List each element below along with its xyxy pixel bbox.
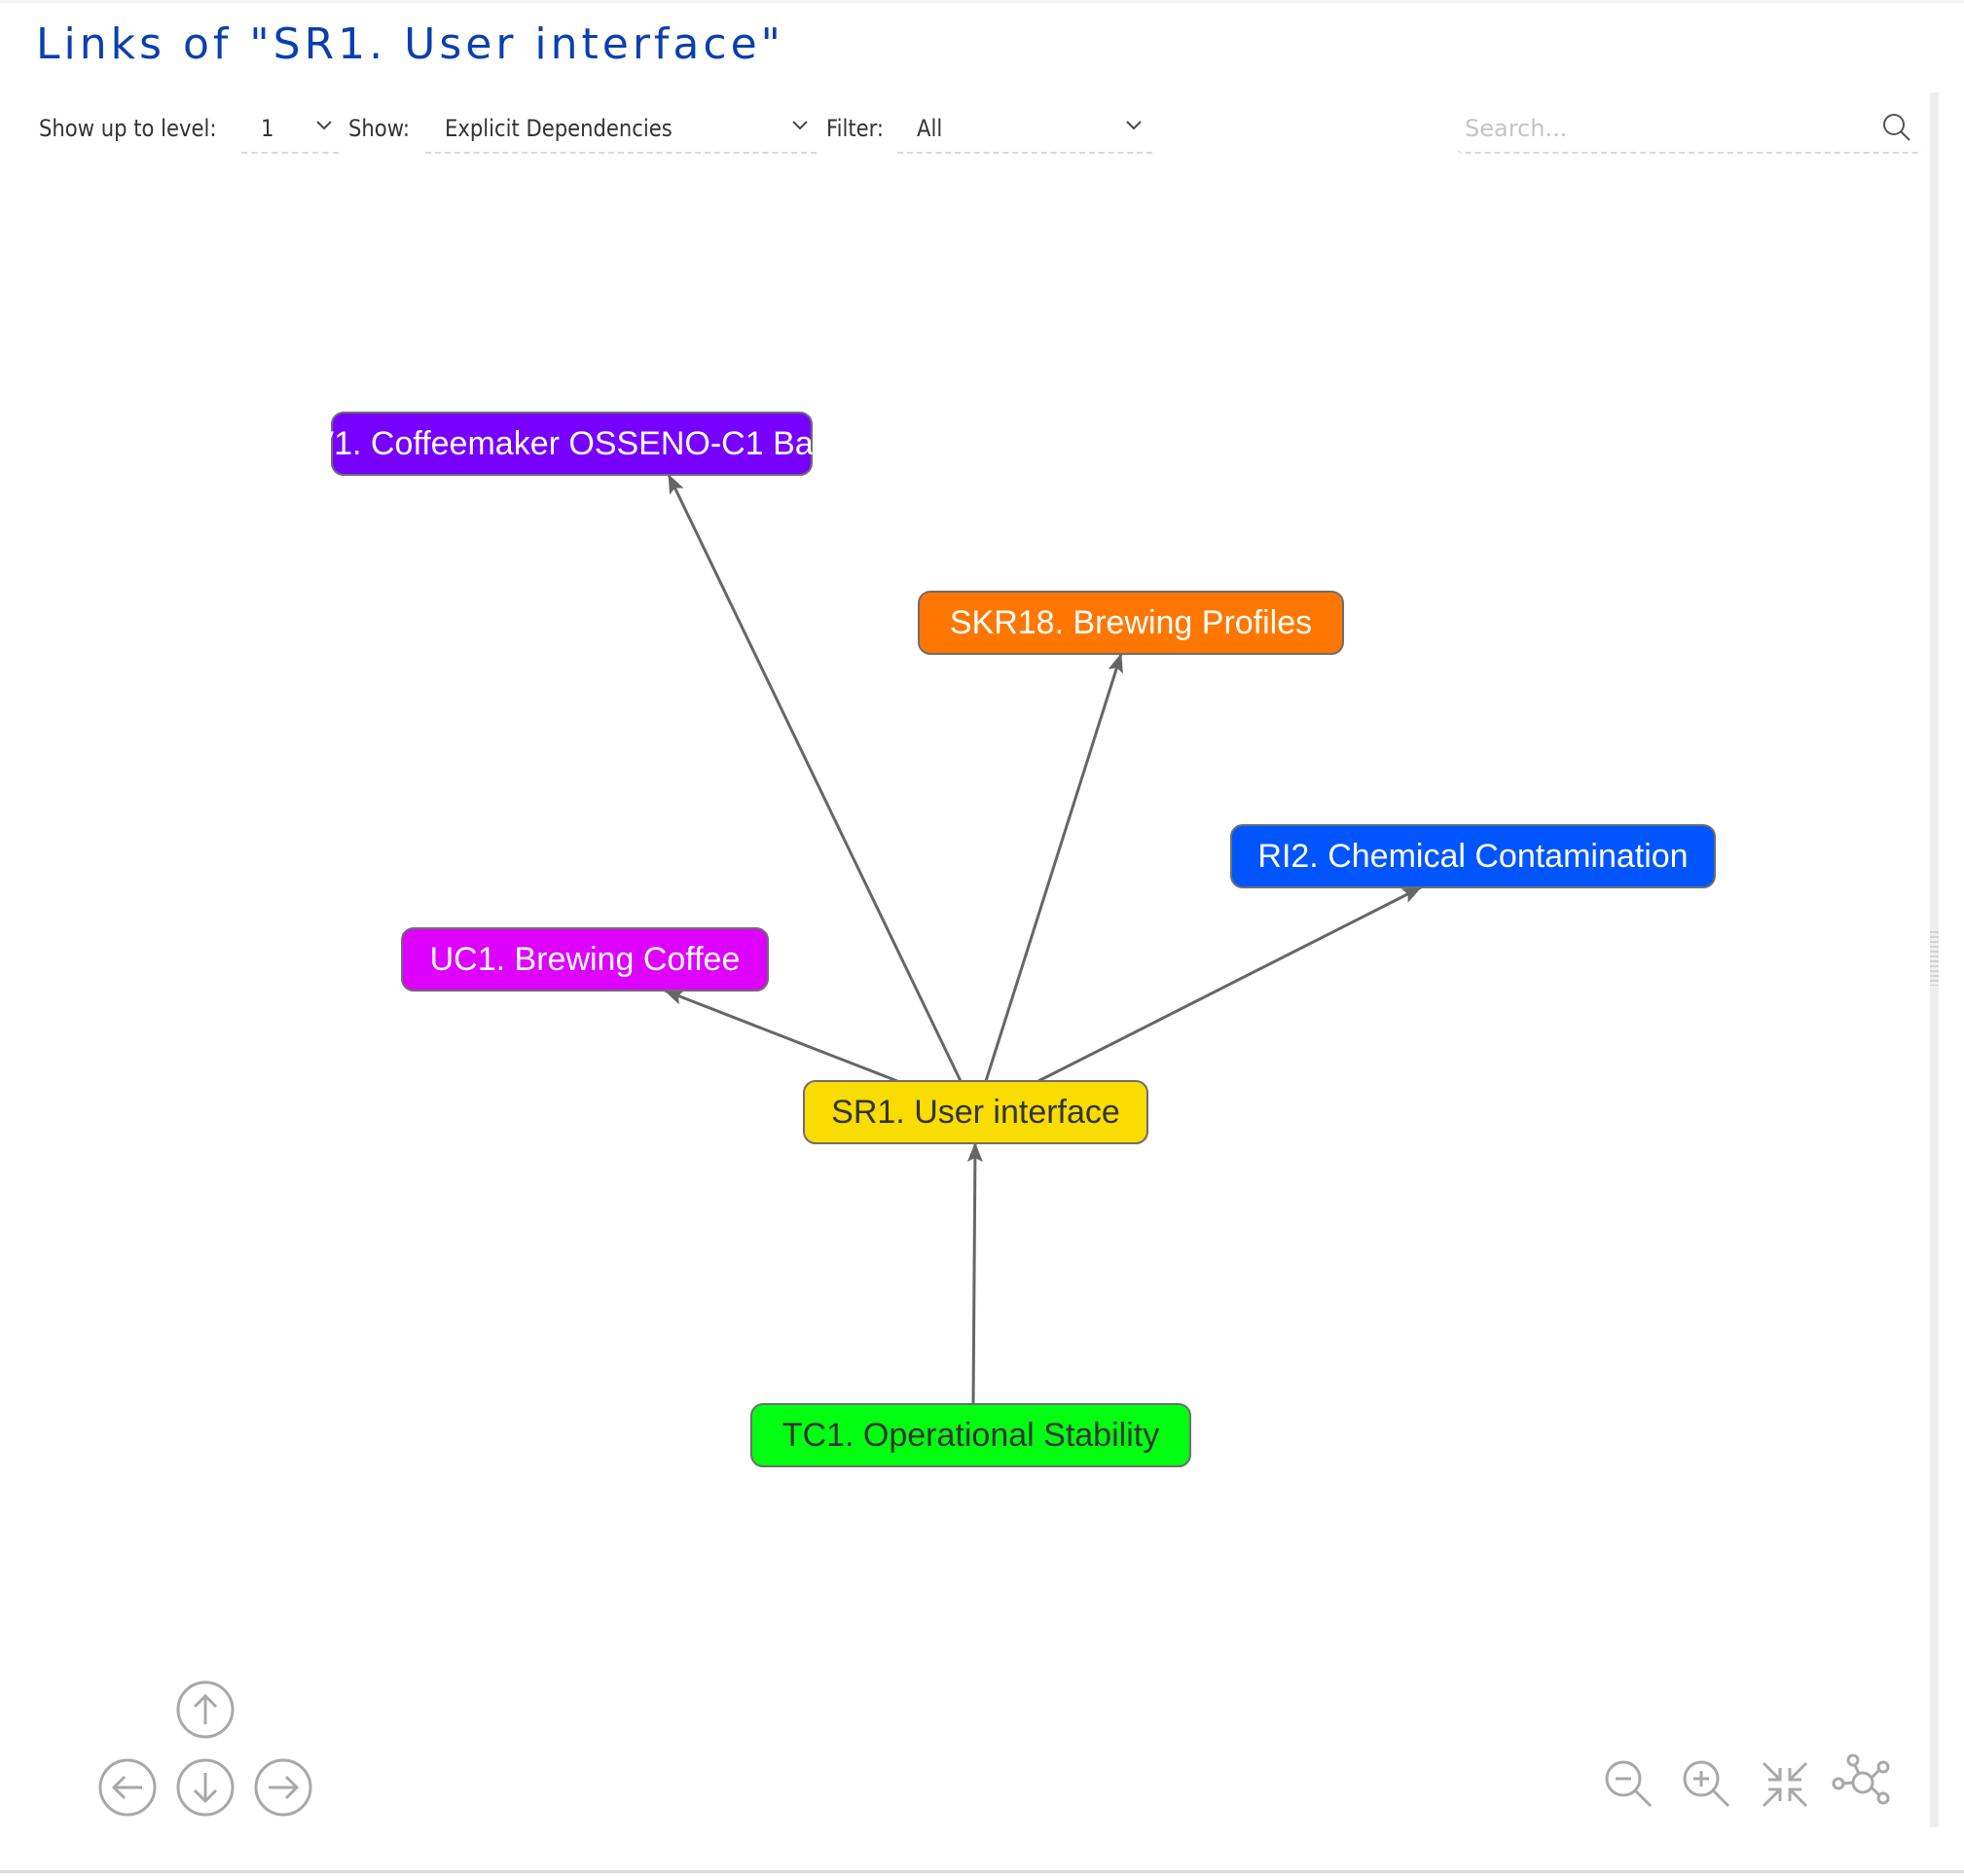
node-tc1[interactable]: TC1. Operational Stability [750, 1403, 1191, 1467]
node-label: SR1. User interface [831, 1094, 1120, 1131]
pan-left-button[interactable] [97, 1757, 158, 1818]
node-sr1[interactable]: SR1. User interface [803, 1080, 1148, 1144]
edge-tc1-to-sr1[interactable] [966, 1142, 983, 1405]
node-uc1[interactable]: UC1. Brewing Coffee [401, 927, 769, 992]
arrow-right-icon [254, 1758, 312, 1817]
arrow-down-icon [176, 1758, 235, 1817]
node-label: RI2. Chemical Contamination [1257, 838, 1688, 875]
bottom-border [0, 1870, 1964, 1873]
nodes-layer: SV1. Coffeemaker OSSENO-C1 Basic SKR18. B… [290, 412, 1716, 1467]
edge-sr1-to-ri2[interactable] [1037, 885, 1422, 1083]
node-sv1[interactable]: SV1. Coffeemaker OSSENO-C1 Basic [290, 412, 854, 476]
pan-down-button[interactable] [175, 1757, 236, 1818]
fit-to-screen-button[interactable] [1758, 1757, 1812, 1812]
zoom-in-icon [1683, 1760, 1730, 1808]
zoom-in-button[interactable] [1680, 1757, 1734, 1812]
edge-sr1-to-uc1[interactable] [664, 989, 898, 1083]
pan-right-button[interactable] [253, 1757, 313, 1818]
layout-button[interactable] [1832, 1751, 1892, 1812]
network-layout-icon [1832, 1753, 1890, 1805]
node-label: UC1. Brewing Coffee [430, 941, 741, 978]
zoom-out-icon [1605, 1760, 1653, 1808]
edge-sr1-to-skr18[interactable] [984, 653, 1123, 1082]
node-label: SV1. Coffeemaker OSSENO-C1 Basic [290, 425, 854, 462]
pan-up-button[interactable] [175, 1679, 236, 1740]
node-label: SKR18. Brewing Profiles [950, 604, 1312, 641]
node-skr18[interactable]: SKR18. Brewing Profiles [918, 591, 1344, 655]
arrow-left-icon [98, 1758, 157, 1817]
node-label: TC1. Operational Stability [782, 1417, 1159, 1454]
fit-to-screen-icon [1762, 1761, 1808, 1808]
dependency-graph: SV1. Coffeemaker OSSENO-C1 Basic SKR18. B… [290, 412, 1716, 1467]
zoom-out-button[interactable] [1602, 1757, 1656, 1812]
node-ri2[interactable]: RI2. Chemical Contamination [1230, 824, 1716, 888]
arrow-up-icon [176, 1680, 235, 1739]
